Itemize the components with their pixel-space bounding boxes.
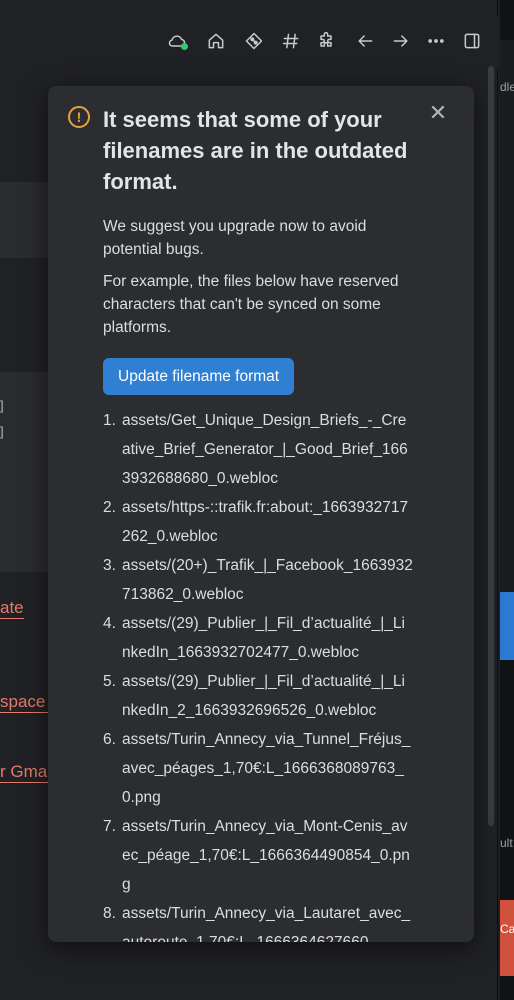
forward-arrow-icon[interactable] (390, 30, 412, 52)
git-icon[interactable] (243, 30, 265, 52)
background-panel (0, 182, 48, 258)
scrollbar[interactable] (488, 66, 494, 826)
background-link[interactable]: ate (0, 598, 24, 619)
example-text: For example, the files below have reserv… (103, 273, 399, 336)
background-link[interactable]: r Gmai (0, 762, 51, 783)
adjacent-window: dle ult Ca (500, 0, 514, 1000)
more-icon[interactable] (425, 30, 447, 52)
background-link[interactable]: space l (0, 692, 54, 713)
sync-status-dot (181, 43, 188, 50)
list-item: 3. assets/(20+)_Trafik_|_Facebook_1663932… (103, 557, 413, 603)
list-item: 5. assets/(29)_Publier_|_Fil_d’actualité_… (103, 673, 405, 719)
popover-title: It seems that some of your filenames are… (103, 107, 408, 194)
warning-icon: ! (68, 106, 90, 128)
list-item: 1. assets/Get_Unique_Design_Briefs_-_Crea… (103, 412, 408, 487)
update-filename-format-button[interactable]: Update filename format (103, 358, 295, 395)
home-icon[interactable] (205, 30, 227, 52)
cloud-sync-icon[interactable] (166, 30, 188, 52)
list-item: 6. assets/Turin_Annecy_via_Tunnel_Fréjus_… (103, 731, 411, 806)
hash-icon[interactable] (280, 30, 302, 52)
suggest-text: We suggest you upgrade now to avoid pote… (103, 218, 367, 258)
sidebar-toggle-icon[interactable] (461, 30, 483, 52)
outdated-filenames-popover: ! ✕ It seems that some of your filenames… (48, 86, 474, 942)
puzzle-icon[interactable] (315, 30, 337, 52)
list-item: 2. assets/https-::trafik.fr:about:_166393… (103, 499, 409, 545)
list-item: 8. assets/Turin_Annecy_via_Lautaret_avec_… (103, 905, 411, 942)
file-list: 1. assets/Get_Unique_Design_Briefs_-_Crea… (103, 406, 413, 942)
back-arrow-icon[interactable] (354, 30, 376, 52)
background-panel (0, 372, 48, 572)
list-item: 7. assets/Turin_Annecy_via_Mont-Cenis_ave… (103, 818, 410, 893)
close-button[interactable]: ✕ (428, 102, 448, 124)
list-item: 4. assets/(29)_Publier_|_Fil_d’actualité_… (103, 615, 405, 661)
